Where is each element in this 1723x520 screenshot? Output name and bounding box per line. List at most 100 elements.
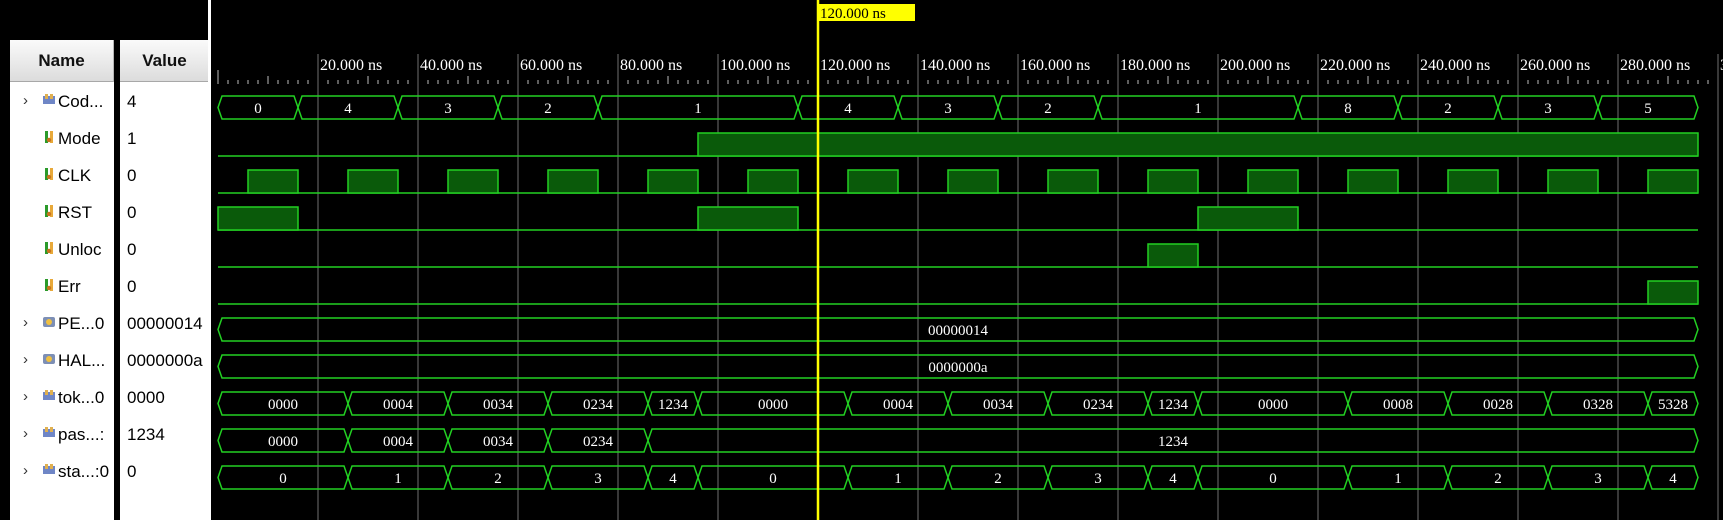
timeline-tick-label: 20.000 ns <box>320 57 382 74</box>
bit-icon <box>45 242 53 254</box>
signal-name: Mode <box>58 129 101 148</box>
signal-row[interactable]: RST 0 <box>10 195 210 232</box>
timeline-tick-label: 220.000 ns <box>1320 57 1390 74</box>
wave-high-pulse <box>547 169 599 194</box>
bus-value-label: 1234 <box>1158 397 1189 413</box>
signal-value: 0 <box>127 203 137 222</box>
timeline-tick-label: 200.000 ns <box>1220 57 1290 74</box>
signal-row[interactable]: › HAL... 0000000a <box>10 343 210 380</box>
timeline-tick-label: 140.000 ns <box>920 57 990 74</box>
bit-icon <box>45 131 53 143</box>
signal-name: Err <box>58 277 81 296</box>
bus-value-label: 2 <box>1494 471 1502 487</box>
expand-chevron-icon[interactable]: › <box>23 425 28 442</box>
timeline-tick-label: 160.000 ns <box>1020 57 1090 74</box>
signal-name: PE...0 <box>58 314 105 333</box>
wave-high-pulse <box>647 169 699 194</box>
signal-name: Unloc <box>58 240 102 259</box>
wave-high-pulse <box>1047 169 1099 194</box>
signal-row[interactable]: › Cod... 4 <box>10 84 210 121</box>
bit-icon <box>45 168 53 180</box>
bus-value-label: 0234 <box>583 434 614 450</box>
bus-value-label: 0004 <box>383 434 414 450</box>
bus-value-label: 2 <box>1444 101 1452 117</box>
bus-value-label: 0234 <box>1083 397 1114 413</box>
bus-value-label: 5 <box>1644 101 1652 117</box>
bit-icon <box>45 205 53 217</box>
bus-value-label: 00000014 <box>928 323 989 339</box>
signal-value: 0 <box>127 462 137 481</box>
waveform-view[interactable]: 20.000 ns 40.000 ns 60.000 ns 80.000 ns 100.… <box>214 0 1723 520</box>
bus-value-label: 0328 <box>1583 397 1613 413</box>
bit-icon <box>45 279 53 291</box>
signal-value: 0 <box>127 240 137 259</box>
bus-value-label: 3 <box>944 101 952 117</box>
timeline-tick-label: 100.000 ns <box>720 57 790 74</box>
expand-chevron-icon[interactable]: › <box>23 92 28 109</box>
bus-value-label: 1 <box>1194 101 1202 117</box>
signal-row[interactable]: › sta...:0 0 <box>10 454 210 491</box>
bus-value-label: 3 <box>444 101 452 117</box>
bus-value-label: 0234 <box>583 397 614 413</box>
signal-row[interactable]: Unloc 0 <box>10 232 210 269</box>
expand-chevron-icon[interactable]: › <box>23 351 28 368</box>
bus-value-label: 1 <box>394 471 402 487</box>
wave-high-pulse <box>1647 280 1699 305</box>
bus-value-label: 5328 <box>1658 397 1688 413</box>
signal-name: pas...: <box>58 425 105 444</box>
bus-value-label: 3 <box>1544 101 1552 117</box>
bus-icon <box>43 390 55 400</box>
signal-row[interactable]: › PE...0 00000014 <box>10 306 210 343</box>
expand-chevron-icon[interactable]: › <box>23 462 28 479</box>
signal-list: Name Value › Cod... 4 Mode 1 CLK 0 RST 0 Unloc 0 Er… <box>10 40 210 520</box>
wave-high-pulse <box>347 169 399 194</box>
bus-icon <box>43 427 55 437</box>
signal-name: CLK <box>58 166 92 185</box>
wave-high-pulse <box>1447 169 1499 194</box>
bus-value-label: 1 <box>1394 471 1402 487</box>
timeline-tick-label: 40.000 ns <box>420 57 482 74</box>
signal-row[interactable]: Mode 1 <box>10 121 210 158</box>
bus-value-label: 0034 <box>483 397 514 413</box>
bus-value-label: 0 <box>254 101 262 117</box>
bus-value-label: 0000 <box>268 397 298 413</box>
bus-value-label: 2 <box>994 471 1002 487</box>
expand-chevron-icon[interactable]: › <box>23 388 28 405</box>
signal-row[interactable]: › pas...: 1234 <box>10 417 210 454</box>
bus-value-label: 0 <box>279 471 287 487</box>
bus-value-label: 1234 <box>658 397 689 413</box>
timeline-tick-label: 120.000 ns <box>820 57 890 74</box>
value-column-header[interactable]: Value <box>120 40 210 82</box>
name-column-header[interactable]: Name <box>10 40 114 82</box>
signal-name: HAL... <box>58 351 106 370</box>
bus-value-label: 0034 <box>983 397 1014 413</box>
bus-value-label: 4 <box>1669 471 1677 487</box>
wave-high-pulse <box>247 169 299 194</box>
signal-row[interactable]: › tok...0 0000 <box>10 380 210 417</box>
timeline-tick-label: 60.000 ns <box>520 57 582 74</box>
bus-value-label: 0028 <box>1483 397 1513 413</box>
wave-high-pulse <box>217 206 299 231</box>
timeline-tick-label: 280.000 ns <box>1620 57 1690 74</box>
cursor-time-label: 120.000 ns <box>820 6 886 22</box>
signal-list-panel: Name Value › Cod... 4 Mode 1 CLK 0 RST 0 Unloc 0 Er… <box>0 0 210 520</box>
signal-row[interactable]: CLK 0 <box>10 158 210 195</box>
timeline-tick-label: 180.000 ns <box>1120 57 1190 74</box>
signal-name: tok...0 <box>58 388 105 407</box>
wave-high-pulse <box>1147 243 1199 268</box>
wave-high-pulse <box>847 169 899 194</box>
bus-value-label: 0004 <box>883 397 914 413</box>
panel-splitter[interactable] <box>208 0 211 520</box>
bus-value-label: 0000 <box>268 434 298 450</box>
wave-high-pulse <box>697 132 1699 157</box>
bus-value-label: 0000000a <box>928 360 988 376</box>
signal-value: 0000000a <box>127 351 203 370</box>
signal-row[interactable]: Err 0 <box>10 269 210 306</box>
expand-chevron-icon[interactable]: › <box>23 314 28 331</box>
wave-high-pulse <box>447 169 499 194</box>
bus-value-label: 2 <box>494 471 502 487</box>
wave-high-pulse <box>947 169 999 194</box>
signal-value: 0 <box>127 277 137 296</box>
timeline-tick-label: 240.000 ns <box>1420 57 1490 74</box>
bus-value-label: 0034 <box>483 434 514 450</box>
